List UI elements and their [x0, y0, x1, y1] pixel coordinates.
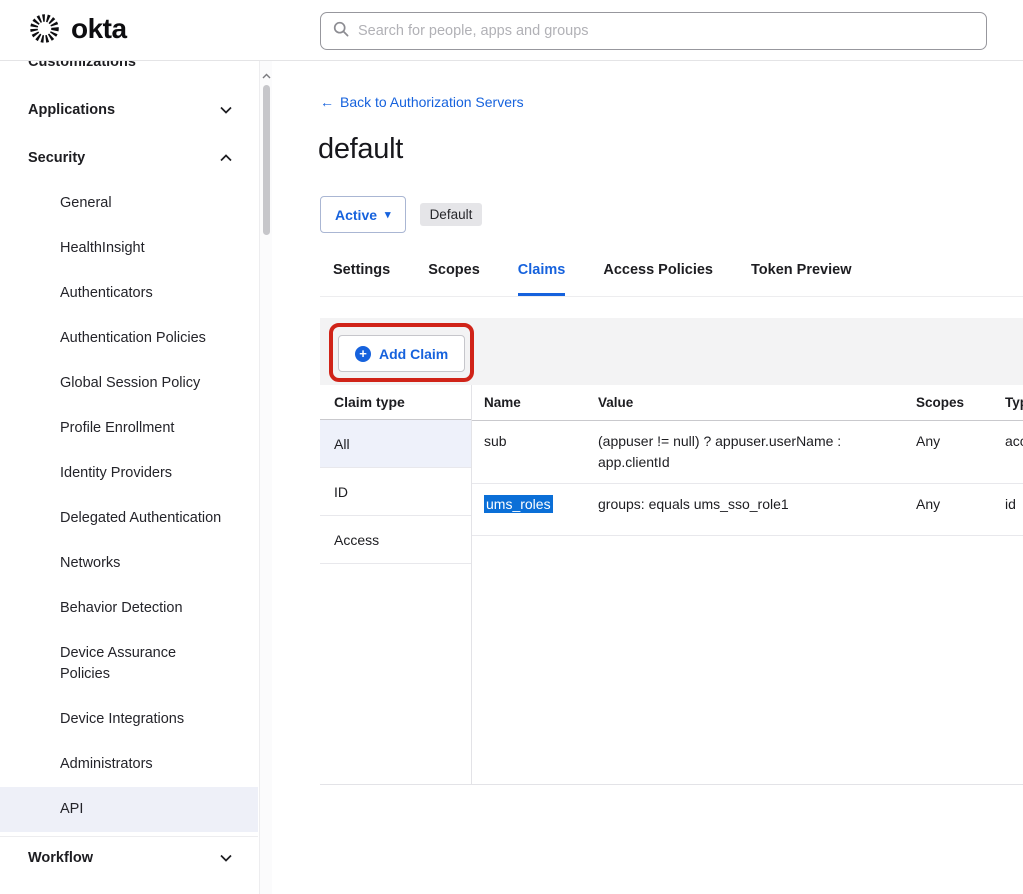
- column-header-value: Value: [586, 385, 904, 420]
- plus-circle-icon: +: [355, 346, 371, 362]
- sidebar-section-applications[interactable]: Applications: [0, 89, 258, 131]
- claim-type-id[interactable]: ID: [320, 468, 471, 516]
- sidebar-item-authentication-policies[interactable]: Authentication Policies: [0, 316, 258, 361]
- claim-type-all[interactable]: All: [320, 420, 471, 468]
- okta-ring-icon: [27, 11, 62, 46]
- claim-name: ums_roles: [472, 484, 586, 525]
- sidebar-section-workflow[interactable]: Workflow: [0, 836, 258, 878]
- sidebar-item-label: Administrators: [60, 754, 153, 775]
- sidebar: Customizations Applications Security Gen…: [0, 61, 258, 894]
- tab-access-policies[interactable]: Access Policies: [603, 262, 713, 296]
- caret-down-icon: ▾: [385, 208, 391, 221]
- chevron-up-icon: [220, 150, 232, 166]
- sidebar-section-label: Applications: [28, 102, 115, 118]
- sidebar-item-delegated-authentication[interactable]: Delegated Authentication: [0, 496, 258, 541]
- sidebar-item-label: Device Assurance Policies: [60, 643, 228, 685]
- sidebar-item-behavior-detection[interactable]: Behavior Detection: [0, 586, 258, 631]
- active-status-dropdown[interactable]: Active ▾: [320, 196, 406, 233]
- tab-claims[interactable]: Claims: [518, 262, 566, 296]
- sidebar-item-label: Device Integrations: [60, 709, 184, 730]
- back-link-label: Back to Authorization Servers: [340, 94, 524, 110]
- sidebar-item-label: Authenticators: [60, 283, 153, 304]
- claim-scopes: Any: [904, 421, 993, 462]
- claim-type: access: [993, 421, 1023, 462]
- sidebar-section-label: Workflow: [28, 850, 93, 866]
- global-search[interactable]: [320, 12, 987, 50]
- add-claim-label: Add Claim: [379, 346, 448, 362]
- sidebar-item-general[interactable]: General: [0, 181, 258, 226]
- claim-type: id: [993, 484, 1023, 525]
- sidebar-item-profile-enrollment[interactable]: Profile Enrollment: [0, 406, 258, 451]
- claim-type-header: Claim type: [320, 385, 471, 420]
- table-row[interactable]: ums_roles groups: equals ums_sso_role1 A…: [472, 484, 1023, 536]
- claim-name: sub: [472, 421, 586, 462]
- claim-type-panel: Claim type All ID Access: [320, 385, 472, 785]
- sidebar-item-authenticators[interactable]: Authenticators: [0, 271, 258, 316]
- status-row: Active ▾ Default: [320, 196, 482, 233]
- claim-type-access[interactable]: Access: [320, 516, 471, 564]
- claim-value: (appuser != null) ? appuser.userName : a…: [586, 421, 904, 483]
- active-label: Active: [335, 207, 377, 223]
- sidebar-item-label: API: [60, 799, 83, 820]
- page-title: default: [318, 133, 403, 166]
- sidebar-item-device-integrations[interactable]: Device Integrations: [0, 697, 258, 742]
- column-header-scopes: Scopes: [904, 385, 993, 420]
- back-to-authorization-servers-link[interactable]: ← Back to Authorization Servers: [320, 94, 524, 110]
- sidebar-item-label: Profile Enrollment: [60, 418, 174, 439]
- claims-table: Name Value Scopes Type sub (appuser != n…: [472, 385, 1023, 536]
- tab-token-preview[interactable]: Token Preview: [751, 262, 851, 296]
- default-badge: Default: [420, 203, 483, 226]
- sidebar-item-identity-providers[interactable]: Identity Providers: [0, 451, 258, 496]
- search-icon: [333, 21, 349, 42]
- tab-bar: Settings Scopes Claims Access Policies T…: [320, 262, 1023, 297]
- main-content: ← Back to Authorization Servers default …: [320, 61, 1023, 894]
- sidebar-item-label: Behavior Detection: [60, 598, 183, 619]
- sidebar-item-label: Delegated Authentication: [60, 508, 221, 529]
- search-input[interactable]: [358, 23, 974, 39]
- sidebar-item-device-assurance-policies[interactable]: Device Assurance Policies: [0, 631, 258, 697]
- sidebar-item-label: Authentication Policies: [60, 328, 206, 349]
- chevron-down-icon: [220, 850, 232, 866]
- sidebar-section-security[interactable]: Security: [0, 137, 258, 179]
- okta-logo[interactable]: okta: [27, 11, 127, 46]
- claim-value: groups: equals ums_sso_role1: [586, 484, 904, 525]
- okta-wordmark: okta: [71, 13, 127, 45]
- sidebar-scrollbar[interactable]: [259, 61, 272, 894]
- sidebar-item-label: Identity Providers: [60, 463, 172, 484]
- sidebar-item-label: General: [60, 193, 112, 214]
- tab-scopes[interactable]: Scopes: [428, 262, 480, 296]
- sidebar-section-label: Security: [28, 150, 85, 166]
- sidebar-item-label: Global Session Policy: [60, 373, 200, 394]
- sidebar-item-label: HealthInsight: [60, 238, 145, 259]
- sidebar-item-label: Networks: [60, 553, 120, 574]
- scroll-up-icon[interactable]: [260, 66, 273, 84]
- claims-content: Claim type All ID Access Name Value Scop…: [320, 385, 1023, 785]
- claim-scopes: Any: [904, 484, 993, 525]
- chevron-down-icon: [220, 102, 232, 118]
- scrollbar-thumb[interactable]: [263, 85, 270, 235]
- top-bar: okta: [0, 0, 1023, 61]
- sidebar-item-administrators[interactable]: Administrators: [0, 742, 258, 787]
- sidebar-item-global-session-policy[interactable]: Global Session Policy: [0, 361, 258, 406]
- sidebar-item-networks[interactable]: Networks: [0, 541, 258, 586]
- sidebar-item-customizations[interactable]: Customizations: [0, 61, 258, 72]
- claims-toolbar: + Add Claim: [320, 318, 1023, 385]
- tab-settings[interactable]: Settings: [333, 262, 390, 296]
- sidebar-item-api[interactable]: API: [0, 787, 258, 832]
- table-row[interactable]: sub (appuser != null) ? appuser.userName…: [472, 421, 1023, 484]
- column-header-type: Type: [993, 385, 1023, 420]
- column-header-name: Name: [472, 385, 586, 420]
- sidebar-item-healthinsight[interactable]: HealthInsight: [0, 226, 258, 271]
- back-arrow-icon: ←: [320, 94, 334, 110]
- selected-text-highlight: ums_roles: [484, 495, 553, 513]
- claims-table-header: Name Value Scopes Type: [472, 385, 1023, 421]
- add-claim-button[interactable]: + Add Claim: [338, 335, 465, 372]
- security-submenu: General HealthInsight Authenticators Aut…: [0, 181, 258, 832]
